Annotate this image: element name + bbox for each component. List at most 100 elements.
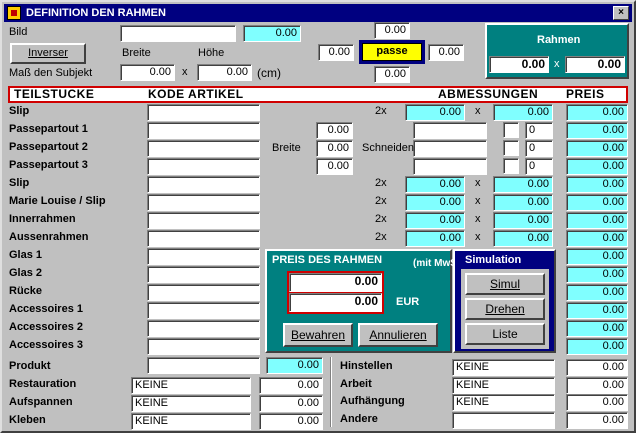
kode-artikel-input[interactable] <box>147 158 260 175</box>
liste-label: Liste <box>492 327 518 341</box>
times-sign: x <box>475 177 481 189</box>
abmessung-a: 0.00 <box>405 104 465 121</box>
kode-artikel-input[interactable] <box>147 266 260 283</box>
passe-indicator[interactable]: passe <box>362 43 422 61</box>
preis-value: 0.00 <box>566 212 628 229</box>
abmessung-a: 0.00 <box>405 176 465 193</box>
liste-button[interactable]: Liste <box>465 323 545 345</box>
kode-artikel-input[interactable] <box>147 320 260 337</box>
service-price[interactable]: 0.00 <box>566 411 628 429</box>
passepartout-checkbox[interactable] <box>503 140 519 156</box>
bottom-divider <box>330 357 332 427</box>
passepartout-checkbox[interactable] <box>503 158 519 174</box>
kode-artikel-input[interactable] <box>147 302 260 319</box>
inverser-button[interactable]: Inverser <box>10 43 86 64</box>
col-teilstucke: TEILSTUCKE <box>14 87 95 101</box>
simulation-panel: Simulation Simul Drehen Liste <box>453 249 556 353</box>
simul-button[interactable]: Simul <box>465 273 545 295</box>
preis-value: 0.00 <box>566 284 628 301</box>
breite-label: Breite <box>122 47 151 59</box>
row-label: Passepartout 2 <box>9 141 88 153</box>
kode-artikel-input[interactable] <box>147 212 260 229</box>
service-select[interactable]: KEINE <box>131 395 251 412</box>
kode-artikel-input[interactable] <box>147 230 260 247</box>
service-select[interactable]: KEINE <box>131 377 251 394</box>
abmessung-b: 0.00 <box>493 230 553 247</box>
service-price[interactable]: 0.00 <box>566 376 628 394</box>
kode-artikel-input[interactable] <box>147 122 260 139</box>
kode-artikel-input[interactable] <box>147 284 260 301</box>
simulation-title: Simulation <box>465 254 522 266</box>
rahmen-breite: 0.00 <box>489 56 549 73</box>
times-sign: x <box>475 195 481 207</box>
row-label: Accessoires 3 <box>9 339 83 351</box>
bild-input[interactable] <box>120 25 236 42</box>
passepartout-schneiden[interactable] <box>413 158 487 175</box>
kode-artikel-input[interactable] <box>147 176 260 193</box>
abmessung-a: 0.00 <box>405 212 465 229</box>
preis-value-2: 0.00 <box>289 293 382 312</box>
bewahren-button[interactable]: Bewahren <box>283 323 353 347</box>
rahmen-panel: Rahmen 0.00 x 0.00 <box>485 23 629 79</box>
kode-artikel-input[interactable] <box>147 104 260 121</box>
multiplier-label: 2x <box>375 231 387 243</box>
passepartout-schneiden[interactable] <box>413 140 487 157</box>
preis-value: 0.00 <box>566 338 628 355</box>
drehen-button[interactable]: Drehen <box>465 298 545 320</box>
row-label: Innerrahmen <box>9 213 76 225</box>
close-button[interactable]: × <box>613 6 629 20</box>
passepartout-breite[interactable]: 0.00 <box>316 122 353 139</box>
passe-right-value[interactable]: 0.00 <box>428 44 464 61</box>
subjekt-hoehe-input[interactable]: 0.00 <box>197 64 252 81</box>
multiplier-label: 2x <box>375 177 387 189</box>
kode-artikel-input[interactable] <box>147 338 260 355</box>
passe-left-value[interactable]: 0.00 <box>318 44 354 61</box>
passe-top-value[interactable]: 0.00 <box>374 22 410 39</box>
row-label: Passepartout 1 <box>9 123 88 135</box>
preis-value: 0.00 <box>566 248 628 265</box>
multiplier-label: 2x <box>375 105 387 117</box>
service-price[interactable]: 0.00 <box>566 394 628 411</box>
times-sign: x <box>182 66 188 78</box>
annulieren-button[interactable]: Annulieren <box>358 323 438 347</box>
kode-artikel-input[interactable] <box>147 248 260 265</box>
row-label: Glas 2 <box>9 267 43 279</box>
preis-panel: PREIS DES RAHMEN (mit MwSt) 0.00 0.00 EU… <box>265 249 464 353</box>
abmessung-b: 0.00 <box>493 194 553 211</box>
service-select[interactable] <box>452 411 555 429</box>
abmessung-b: 0.00 <box>493 104 553 121</box>
kode-artikel-input[interactable] <box>147 140 260 157</box>
kode-artikel-input[interactable] <box>147 194 260 211</box>
passepartout-count[interactable]: 0 <box>525 122 553 139</box>
service-price[interactable]: 0.00 <box>259 413 323 430</box>
preis-value: 0.00 <box>566 122 628 139</box>
service-select[interactable]: KEINE <box>131 413 251 430</box>
passepartout-count[interactable]: 0 <box>525 140 553 157</box>
service-price[interactable]: 0.00 <box>566 359 628 376</box>
passepartout-breite[interactable]: 0.00 <box>316 158 353 175</box>
drehen-label: Drehen <box>485 302 525 316</box>
row-label: Passepartout 3 <box>9 159 88 171</box>
service-label: Aufspannen <box>9 396 73 408</box>
window-title: DEFINITION DEN RAHMEN <box>26 7 166 19</box>
passepartout-checkbox[interactable] <box>503 122 519 138</box>
service-price[interactable]: 0.00 <box>259 377 323 394</box>
abmessung-a: 0.00 <box>405 230 465 247</box>
preis-value: 0.00 <box>566 140 628 157</box>
subjekt-breite-input[interactable]: 0.00 <box>120 64 175 81</box>
passe-bottom-value[interactable]: 0.00 <box>374 66 410 83</box>
passepartout-breite[interactable]: 0.00 <box>316 140 353 157</box>
row-label: Glas 1 <box>9 249 43 261</box>
abmessung-b: 0.00 <box>493 176 553 193</box>
passepartout-count[interactable]: 0 <box>525 158 553 175</box>
passepartout-schneiden[interactable] <box>413 122 487 139</box>
simulation-buttons: Simul Drehen Liste <box>461 269 549 349</box>
produkt-kode-input[interactable] <box>147 357 260 374</box>
service-select[interactable]: KEINE <box>452 376 555 394</box>
times-sign: x <box>475 231 481 243</box>
annulieren-label: Annulieren <box>369 328 427 342</box>
produkt-value: 0.00 <box>266 357 323 374</box>
service-price[interactable]: 0.00 <box>259 395 323 412</box>
service-select[interactable]: KEINE <box>452 394 555 411</box>
service-select[interactable]: KEINE <box>452 359 555 376</box>
